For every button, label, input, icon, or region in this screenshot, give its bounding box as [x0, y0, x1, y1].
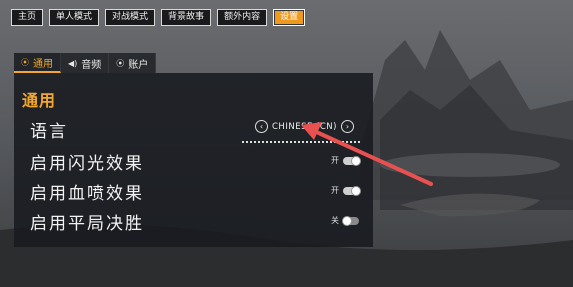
prev-language-button[interactable]: ‹ — [255, 120, 268, 133]
flash-toggle[interactable] — [343, 155, 361, 166]
toggle-knob — [351, 155, 361, 166]
next-language-button[interactable]: › — [340, 120, 354, 133]
setting-row-language[interactable]: 语言 ‹ CHINESE (CN) › — [14, 115, 373, 143]
toggle-knob — [351, 185, 361, 196]
nav-extras[interactable]: 额外内容 — [217, 9, 268, 26]
settings-tabs: ⦿ 通用 ◀) 音频 ⦿ 账户 — [14, 53, 157, 73]
nav-settings[interactable]: 设置 — [273, 9, 306, 26]
language-label: 语言 — [30, 122, 68, 142]
tab-account[interactable]: ⦿ 账户 — [109, 53, 157, 73]
setting-row-blood[interactable]: 启用血喷效果 开 — [14, 177, 373, 205]
settings-panel: 通用 语言 ‹ CHINESE (CN) › 启用闪光效果 开 启用血喷效果 开… — [14, 73, 373, 247]
speaker-icon: ◀) — [68, 58, 78, 68]
tab-general[interactable]: ⦿ 通用 — [14, 53, 61, 73]
account-icon: ⦿ — [116, 58, 125, 68]
nav-home[interactable]: 主页 — [11, 9, 44, 26]
language-selector[interactable]: ‹ CHINESE (CN) › — [255, 120, 354, 133]
nav-story[interactable]: 背景故事 — [161, 9, 212, 26]
dotted-divider — [242, 141, 360, 143]
draw-state-label: 关 — [331, 216, 339, 225]
tab-audio-label: 音频 — [81, 59, 102, 71]
setting-row-draw[interactable]: 启用平局决胜 关 — [14, 207, 373, 235]
flash-toggle-group[interactable]: 开 — [331, 155, 361, 166]
draw-toggle[interactable] — [342, 215, 359, 226]
nav-versus[interactable]: 对战模式 — [105, 9, 156, 26]
tab-audio[interactable]: ◀) 音频 — [61, 53, 110, 73]
draw-label: 启用平局决胜 — [30, 214, 144, 234]
top-nav: 主页 单人模式 对战模式 背景故事 额外内容 设置 — [11, 9, 306, 26]
blood-toggle[interactable] — [343, 185, 361, 196]
setting-row-flash[interactable]: 启用闪光效果 开 — [14, 147, 373, 175]
blood-label: 启用血喷效果 — [30, 184, 144, 204]
gear-icon: ⦿ — [21, 57, 29, 67]
blood-state-label: 开 — [331, 186, 339, 195]
draw-toggle-group[interactable]: 关 — [331, 215, 359, 226]
flash-label: 启用闪光效果 — [30, 154, 144, 174]
toggle-knob — [342, 215, 352, 226]
section-title: 通用 — [22, 91, 57, 110]
language-value: CHINESE (CN) — [272, 121, 337, 132]
flash-state-label: 开 — [331, 156, 339, 165]
nav-single-player[interactable]: 单人模式 — [49, 9, 100, 26]
tab-account-label: 账户 — [128, 59, 149, 71]
blood-toggle-group[interactable]: 开 — [331, 185, 361, 196]
tab-general-label: 通用 — [33, 58, 53, 70]
